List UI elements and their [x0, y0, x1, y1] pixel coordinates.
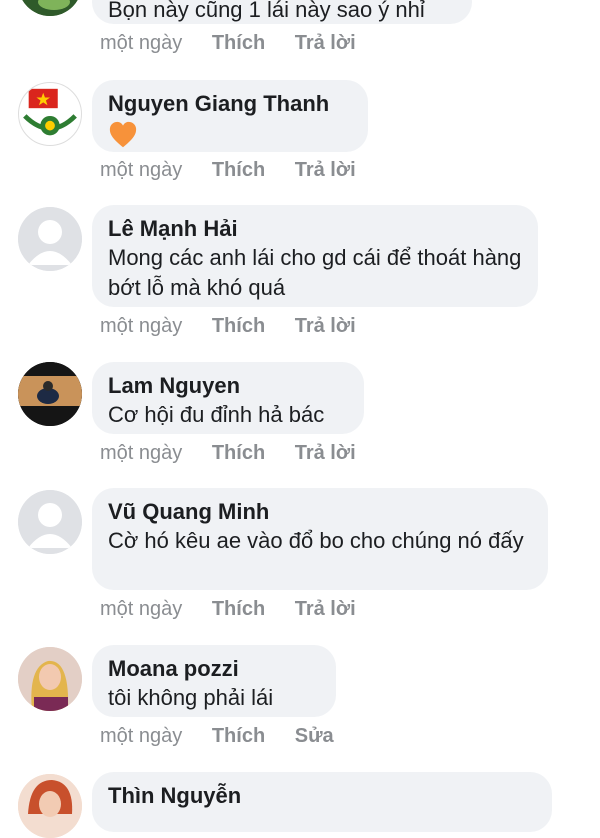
photo-avatar-icon	[18, 774, 82, 838]
comment-time: một ngày	[100, 315, 183, 337]
comment-bubble: Bọn này cũng 1 lái này sao ý nhỉ	[92, 0, 472, 24]
comment-meta: một ngày Thích Trả lời	[100, 158, 380, 182]
comment-bubble: Lam Nguyen Cơ hội đu đỉnh hả bác	[92, 362, 364, 434]
avatar[interactable]	[18, 207, 82, 271]
comment-meta: một ngày Thích Trả lời	[100, 314, 380, 338]
avatar[interactable]	[18, 490, 82, 554]
comment-time: một ngày	[100, 598, 183, 620]
comment-meta: một ngày Thích Sửa	[100, 724, 358, 748]
avatar[interactable]	[18, 774, 82, 838]
like-button[interactable]: Thích	[212, 32, 265, 54]
comment-bubble: Nguyen Giang Thanh	[92, 80, 368, 152]
avatar[interactable]	[18, 82, 82, 146]
like-button[interactable]: Thích	[212, 598, 265, 620]
reply-button[interactable]: Trả lời	[295, 159, 356, 181]
orange-heart-icon	[109, 121, 137, 148]
photo-avatar-icon	[18, 647, 82, 711]
reply-button[interactable]: Trả lời	[295, 442, 356, 464]
comment-bubble: Lê Mạnh Hải Mong các anh lái cho gd cái …	[92, 205, 538, 307]
comment-text: Cờ hó kêu ae vào đổ bo cho chúng nó đấy	[108, 528, 524, 553]
default-user-icon	[18, 490, 82, 554]
default-user-icon	[18, 207, 82, 271]
comment-meta: một ngày Thích Trả lời	[100, 441, 380, 465]
comment-time: một ngày	[100, 442, 183, 464]
comment-author[interactable]: Moana pozzi	[108, 655, 320, 683]
comment-meta: một ngày Thích Trả lời	[100, 597, 380, 621]
reply-button[interactable]: Trả lời	[295, 32, 356, 54]
comment-author[interactable]: Vũ Quang Minh	[108, 498, 532, 526]
comment-time: một ngày	[100, 725, 183, 747]
comment-time: một ngày	[100, 159, 183, 181]
comment-author[interactable]: Nguyen Giang Thanh	[108, 90, 352, 118]
like-button[interactable]: Thích	[212, 159, 265, 181]
like-button[interactable]: Thích	[212, 725, 265, 747]
like-button[interactable]: Thích	[212, 442, 265, 464]
reply-button[interactable]: Trả lời	[295, 598, 356, 620]
reply-button[interactable]: Trả lời	[295, 315, 356, 337]
comment-meta: một ngày Thích Trả lời	[100, 31, 380, 55]
avatar[interactable]	[18, 0, 82, 16]
avatar[interactable]	[18, 647, 82, 711]
edit-button[interactable]: Sửa	[295, 725, 334, 747]
comment-text: Bọn này cũng 1 lái này sao ý nhỉ	[108, 0, 425, 22]
comment-text: Mong các anh lái cho gd cái để thoát hàn…	[108, 245, 522, 300]
comment-bubble: Moana pozzi tôi không phải lái	[92, 645, 336, 717]
comment-text: tôi không phải lái	[108, 685, 274, 710]
photo-avatar-icon	[18, 362, 82, 426]
avatar[interactable]	[18, 362, 82, 426]
flag-emblem-icon	[20, 84, 80, 144]
like-button[interactable]: Thích	[212, 315, 265, 337]
comment-text: Cơ hội đu đỉnh hả bác	[108, 402, 325, 427]
comment-bubble: Thìn Nguyễn	[92, 772, 552, 832]
comment-author[interactable]: Lê Mạnh Hải	[108, 215, 522, 243]
leaf-avatar-icon	[22, 0, 78, 16]
comment-author[interactable]: Lam Nguyen	[108, 372, 348, 400]
comment-bubble: Vũ Quang Minh Cờ hó kêu ae vào đổ bo cho…	[92, 488, 548, 590]
comment-time: một ngày	[100, 32, 183, 54]
comment-author[interactable]: Thìn Nguyễn	[108, 782, 536, 810]
